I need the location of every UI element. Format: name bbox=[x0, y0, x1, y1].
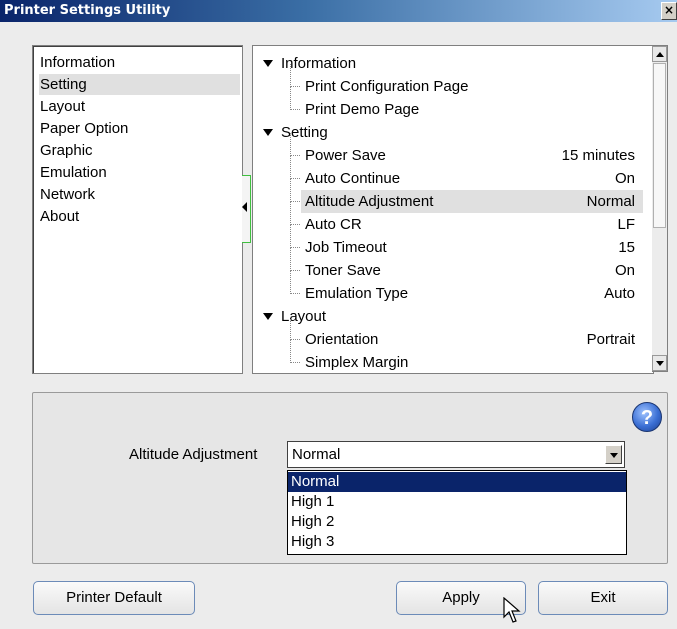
tree-item-label: Power Save bbox=[305, 147, 386, 164]
tree-item[interactable]: Job Timeout 15 bbox=[253, 225, 645, 259]
tree-line bbox=[290, 133, 291, 156]
tree-line bbox=[290, 271, 291, 294]
expand-arrow-icon[interactable] bbox=[263, 60, 273, 67]
tree-line bbox=[290, 179, 291, 202]
tree-item[interactable]: Emulation Type Auto bbox=[253, 271, 645, 305]
window-title: Printer Settings Utility bbox=[4, 3, 171, 18]
dropdown-option-high-3[interactable]: High 3 bbox=[288, 532, 626, 552]
dropdown-list: Normal High 1 High 2 High 3 bbox=[287, 470, 627, 555]
tree-item-selected[interactable]: Altitude Adjustment Normal bbox=[253, 179, 645, 213]
category-item-paper-option[interactable]: Paper Option bbox=[39, 118, 128, 139]
chevron-down-icon bbox=[610, 453, 618, 458]
tree-item-value: LF bbox=[617, 216, 635, 233]
tree-item[interactable]: Simplex Margin bbox=[253, 340, 645, 373]
tree-item-label: Auto Continue bbox=[305, 170, 401, 187]
category-item-network[interactable]: Network bbox=[39, 184, 95, 205]
tree-item[interactable]: Print Configuration Page bbox=[253, 64, 645, 98]
tree-item-label: Auto CR bbox=[305, 216, 362, 233]
tree-group-layout[interactable]: Layout bbox=[253, 305, 645, 328]
tree-group-label: Layout bbox=[281, 308, 327, 325]
dropdown-option-normal[interactable]: Normal bbox=[288, 472, 626, 492]
printer-settings-window: Printer Settings Utility × Information S… bbox=[0, 0, 677, 629]
tree-line bbox=[291, 247, 300, 248]
mouse-pointer-icon bbox=[503, 597, 521, 623]
category-item-emulation[interactable]: Emulation bbox=[39, 162, 107, 183]
tree-line bbox=[290, 64, 291, 87]
tree-item-label: Altitude Adjustment bbox=[305, 193, 434, 210]
tree-line bbox=[291, 178, 300, 179]
dropdown-option-high-1[interactable]: High 1 bbox=[288, 492, 626, 512]
setting-field-label: Altitude Adjustment bbox=[129, 446, 258, 463]
tree-line bbox=[290, 156, 291, 179]
pane-splitter[interactable] bbox=[242, 175, 251, 243]
expand-arrow-icon[interactable] bbox=[263, 129, 273, 136]
tree-line bbox=[291, 362, 300, 363]
tree-item-label: Simplex Margin bbox=[305, 354, 409, 371]
expand-arrow-icon[interactable] bbox=[263, 313, 273, 320]
tree-group-label: Setting bbox=[281, 124, 328, 141]
tree-item-label: Print Configuration Page bbox=[305, 78, 469, 95]
tree-line bbox=[291, 109, 300, 110]
tree-item-value: Normal bbox=[586, 193, 635, 210]
scroll-thumb[interactable] bbox=[653, 63, 666, 228]
arrow-down-icon bbox=[656, 361, 664, 366]
tree-item-label: Job Timeout bbox=[305, 239, 387, 256]
tree-group-label: Information bbox=[281, 55, 357, 72]
tree-line bbox=[290, 248, 291, 271]
tree-line bbox=[291, 224, 300, 225]
category-list: Information Setting Layout Paper Option … bbox=[32, 45, 243, 374]
tree-item[interactable]: Orientation Portrait bbox=[253, 317, 645, 351]
tree-scrollbar[interactable] bbox=[652, 45, 668, 372]
tree-item-value: Portrait bbox=[586, 331, 635, 348]
tree-line bbox=[291, 201, 300, 202]
title-bar[interactable]: Printer Settings Utility × bbox=[0, 0, 677, 22]
tree-item-label: Print Demo Page bbox=[305, 101, 420, 118]
tree-line bbox=[291, 293, 300, 294]
printer-default-button[interactable]: Printer Default bbox=[33, 581, 195, 615]
category-item-about[interactable]: About bbox=[39, 206, 79, 227]
category-item-information[interactable]: Information bbox=[39, 52, 115, 73]
tree-item-label: Orientation bbox=[305, 331, 379, 348]
altitude-select[interactable]: Normal bbox=[287, 441, 625, 468]
tree-line bbox=[290, 202, 291, 225]
close-button[interactable]: × bbox=[661, 2, 677, 20]
tree-line bbox=[291, 86, 300, 87]
tree-item-value: Auto bbox=[604, 285, 635, 302]
category-item-layout[interactable]: Layout bbox=[39, 96, 85, 117]
tree-item-label: Emulation Type bbox=[305, 285, 409, 302]
tree-line bbox=[291, 339, 300, 340]
dropdown-button[interactable] bbox=[605, 445, 622, 464]
collapse-left-icon[interactable] bbox=[242, 202, 247, 212]
scroll-up-button[interactable] bbox=[652, 46, 667, 62]
tree-item[interactable]: Print Demo Page bbox=[253, 87, 645, 121]
category-item-setting[interactable]: Setting bbox=[39, 74, 240, 95]
tree-line bbox=[290, 87, 291, 110]
tree-line bbox=[290, 317, 291, 340]
tree-group-information[interactable]: Information bbox=[253, 52, 645, 75]
tree-item[interactable]: Auto CR LF bbox=[253, 202, 645, 236]
tree-item-value: 15 bbox=[618, 239, 635, 256]
tree-group-setting[interactable]: Setting bbox=[253, 121, 645, 144]
tree-item[interactable]: Power Save 15 minutes bbox=[253, 133, 645, 167]
help-icon[interactable]: ? bbox=[632, 402, 662, 432]
dropdown-option-high-2[interactable]: High 2 bbox=[288, 512, 626, 532]
arrow-up-icon bbox=[656, 52, 664, 57]
tree-item-value: On bbox=[614, 262, 635, 279]
tree-line bbox=[291, 270, 300, 271]
tree-line bbox=[291, 155, 300, 156]
tree-item-value: On bbox=[614, 170, 635, 187]
tree-item[interactable]: Auto Continue On bbox=[253, 156, 645, 190]
category-item-graphic[interactable]: Graphic bbox=[39, 140, 93, 161]
settings-tree: Information Print Configuration Page Pri… bbox=[252, 45, 654, 374]
tree-line bbox=[290, 340, 291, 363]
scroll-down-button[interactable] bbox=[652, 355, 667, 371]
tree-item-value: 15 minutes bbox=[561, 147, 635, 164]
select-current-value: Normal bbox=[292, 446, 341, 463]
tree-item-label: Toner Save bbox=[305, 262, 381, 279]
tree-line bbox=[290, 225, 291, 248]
exit-button[interactable]: Exit bbox=[538, 581, 668, 615]
tree-item[interactable]: Toner Save On bbox=[253, 248, 645, 282]
